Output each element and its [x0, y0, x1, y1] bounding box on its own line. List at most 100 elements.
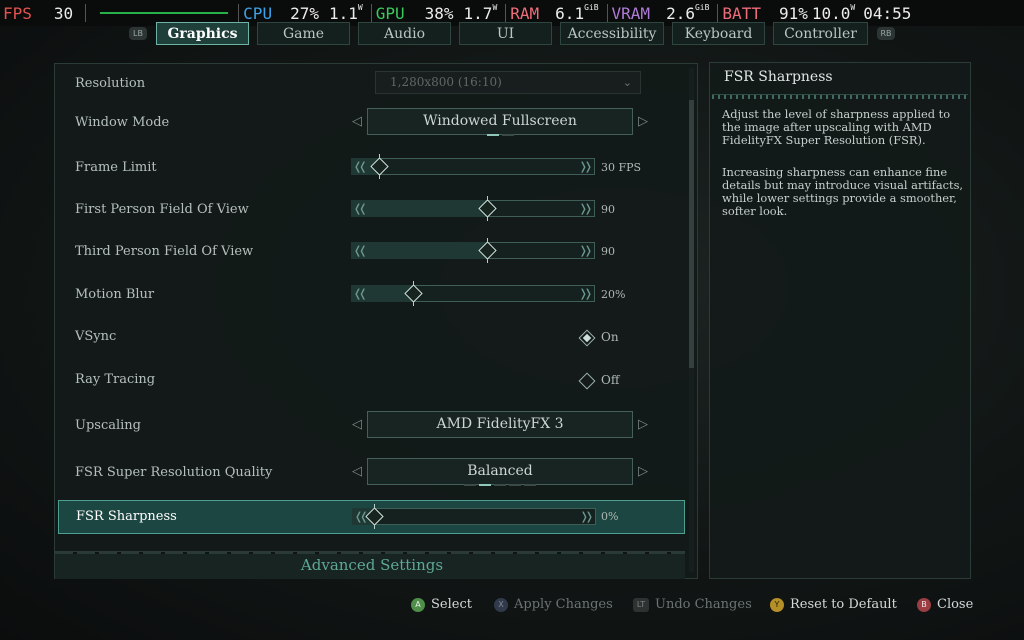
cpu-watts: 1.1W [328, 2, 363, 23]
setting-ray-tracing[interactable]: Ray Tracing Off [55, 360, 685, 400]
motion-blur-slider[interactable]: ❬❬ ❭❭ [351, 281, 595, 306]
cpu-label: CPU [243, 3, 273, 23]
arrow-left-icon[interactable]: ◁ [352, 114, 362, 129]
arrow-left-icon[interactable]: ◁ [352, 417, 362, 432]
lt-button-icon: LT [633, 598, 649, 612]
setting-frame-limit[interactable]: Frame Limit ❬❬ ❭❭ 30 FPS [55, 148, 685, 188]
arrow-right-icon[interactable]: ▷ [638, 114, 648, 129]
upscaling-selector[interactable]: AMD FidelityFX 3 [367, 411, 633, 438]
gpu-label: GPU [375, 3, 405, 23]
arrow-left-icon[interactable]: ◁ [352, 464, 362, 479]
double-chevron-left-icon: ❬❬ [353, 160, 368, 173]
first-person-fov-value: 90 [601, 203, 615, 216]
motion-blur-value: 20% [601, 288, 626, 301]
setting-fsr-sharpness[interactable]: FSR Sharpness ❬❬ ❭❭ 0% [58, 500, 685, 534]
double-chevron-left-icon: ❬❬ [353, 244, 368, 257]
setting-label: Resolution [75, 76, 146, 91]
hint-label: Undo Changes [655, 597, 752, 612]
reset-to-default-hint[interactable]: Y Reset to Default [770, 597, 897, 613]
tab-accessibility[interactable]: Accessibility [560, 22, 664, 45]
setting-label: Third Person Field Of View [75, 244, 254, 259]
fsr-quality-selector[interactable]: Balanced [367, 458, 633, 485]
setting-third-person-fov[interactable]: Third Person Field Of View ❬❬ ❭❭ 90 [55, 232, 685, 272]
setting-first-person-fov[interactable]: First Person Field Of View ❬❬ ❭❭ 90 [55, 190, 685, 230]
setting-label: First Person Field Of View [75, 202, 249, 217]
select-hint[interactable]: A Select [411, 597, 472, 613]
settings-panel: Resolution 1,280x800 (16:10) ⌄ Window Mo… [54, 63, 698, 579]
rb-button-icon[interactable]: RB [877, 27, 895, 40]
double-chevron-left-icon: ❬❬ [353, 287, 368, 300]
setting-label: Ray Tracing [75, 372, 156, 387]
setting-fsr-quality[interactable]: FSR Super Resolution Quality ◁ Balanced … [55, 453, 685, 493]
clock: 04:55 [863, 3, 912, 23]
double-chevron-right-icon: ❭❭ [578, 160, 594, 173]
a-button-icon: A [411, 598, 425, 612]
frame-limit-slider[interactable]: ❬❬ ❭❭ [351, 154, 595, 179]
vsync-checkbox[interactable] [578, 329, 596, 347]
ram-value: 6.1GiB [555, 2, 599, 23]
description-title: FSR Sharpness [724, 69, 833, 85]
scrollbar-thumb[interactable] [689, 100, 694, 368]
apply-changes-hint[interactable]: X Apply Changes [494, 597, 613, 613]
battery-label: BATT [722, 3, 761, 23]
decorative-divider [712, 94, 968, 99]
double-chevron-right-icon: ❭❭ [578, 202, 594, 215]
lb-button-icon[interactable]: LB [129, 27, 147, 40]
fsr-sharpness-value: 0% [601, 510, 619, 523]
x-button-icon: X [494, 598, 508, 612]
resolution-dropdown: 1,280x800 (16:10) ⌄ [375, 71, 641, 94]
divider [606, 4, 608, 22]
double-chevron-right-icon: ❭❭ [578, 287, 594, 300]
ram-label: RAM [510, 3, 540, 23]
battery-watts: 10.0W [811, 2, 856, 23]
scrollbar[interactable] [689, 68, 694, 572]
divider [505, 4, 507, 22]
tab-audio[interactable]: Audio [358, 22, 451, 45]
setting-label: VSync [75, 329, 117, 344]
window-mode-selector[interactable]: Windowed Fullscreen [367, 108, 633, 135]
hint-label: Select [431, 597, 472, 612]
double-chevron-left-icon: ❬❬ [353, 202, 368, 215]
description-panel: FSR Sharpness Adjust the level of sharpn… [709, 62, 971, 579]
ray-tracing-checkbox[interactable] [578, 372, 596, 390]
advanced-settings-label: Advanced Settings [300, 556, 444, 574]
fsr-sharpness-slider[interactable]: ❬❬ ❭❭ [352, 504, 596, 529]
y-button-icon: Y [770, 598, 784, 612]
undo-changes-hint[interactable]: LT Undo Changes [633, 597, 752, 613]
hint-label: Apply Changes [514, 597, 613, 612]
setting-label: Upscaling [75, 418, 141, 433]
gpu-watts: 1.7W [463, 2, 498, 23]
ray-tracing-value: Off [601, 373, 620, 387]
close-hint[interactable]: B Close [917, 597, 973, 613]
setting-vsync[interactable]: VSync On [55, 317, 685, 357]
cpu-percent: 27% [290, 3, 319, 23]
tab-controller[interactable]: Controller [773, 22, 868, 45]
option-indicator [367, 484, 633, 486]
setting-upscaling[interactable]: Upscaling ◁ AMD FidelityFX 3 ▷ [55, 406, 685, 446]
tab-game[interactable]: Game [257, 22, 350, 45]
arrow-right-icon[interactable]: ▷ [638, 464, 648, 479]
resolution-value: 1,280x800 (16:10) [390, 75, 502, 89]
arrow-right-icon[interactable]: ▷ [638, 417, 648, 432]
third-person-fov-slider[interactable]: ❬❬ ❭❭ [351, 238, 595, 263]
description-paragraph: Adjust the level of sharpness applied to… [722, 107, 951, 147]
third-person-fov-value: 90 [601, 245, 615, 258]
setting-motion-blur[interactable]: Motion Blur ❬❬ ❭❭ 20% [55, 275, 685, 315]
fps-label: FPS [3, 3, 32, 23]
hint-label: Close [937, 597, 974, 612]
tab-keyboard[interactable]: Keyboard [672, 22, 765, 45]
chevron-down-icon: ⌄ [622, 76, 632, 89]
description-paragraph: Increasing sharpness can enhance fine de… [722, 165, 964, 218]
setting-label: Window Mode [75, 115, 170, 130]
tab-ui[interactable]: UI [459, 22, 552, 45]
settings-tabs: LB Graphics Game Audio UI Accessibility … [0, 22, 1024, 48]
setting-window-mode[interactable]: Window Mode ◁ Windowed Fullscreen ▷ [55, 103, 685, 143]
vsync-value: On [601, 330, 619, 344]
frame-limit-value: 30 FPS [601, 161, 642, 174]
divider [370, 4, 372, 22]
first-person-fov-slider[interactable]: ❬❬ ❭❭ [351, 196, 595, 221]
tab-graphics[interactable]: Graphics [156, 22, 249, 45]
setting-resolution[interactable]: Resolution 1,280x800 (16:10) ⌄ [55, 64, 685, 104]
advanced-settings-button[interactable]: Advanced Settings [55, 551, 685, 579]
b-button-icon: B [917, 598, 931, 612]
